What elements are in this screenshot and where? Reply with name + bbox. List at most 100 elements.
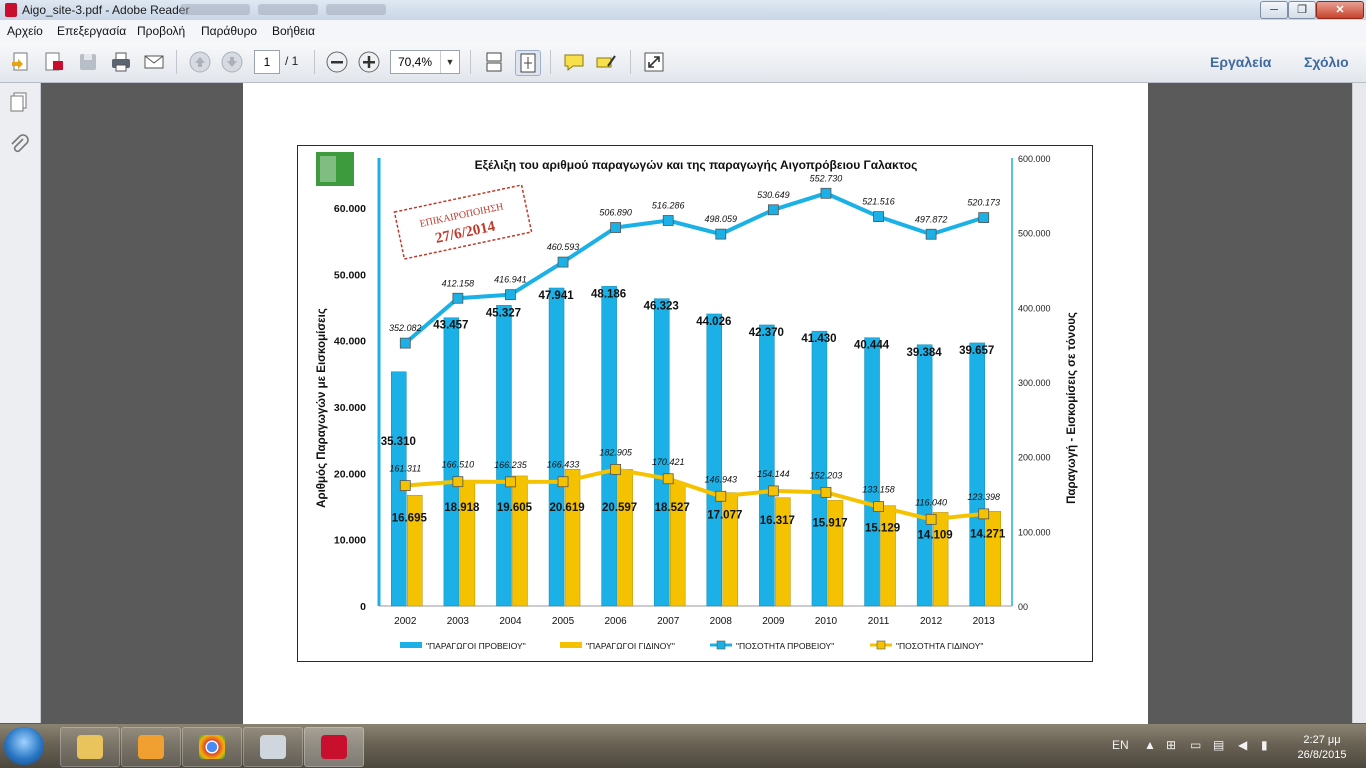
legend-label: "ΠΑΡΑΓΩΓΟΙ ΠΡΟΒΕΙΟΥ" [426, 641, 526, 651]
language-indicator[interactable]: EN [1112, 738, 1129, 752]
y-tick-label-left: 50.000 [334, 269, 366, 281]
x-tick-label: 2013 [973, 616, 996, 627]
taskbar-documents[interactable] [243, 727, 303, 767]
taskbar: EN ▲ ⊞ ▭ ▤ ◀ ▮ 2:27 μμ 26/8/2015 [0, 724, 1366, 768]
minimize-button[interactable]: ─ [1260, 1, 1288, 19]
sheep-quantity-marker [820, 187, 832, 199]
pdf-page: Εξέλιξη του αριθμού παραγωγών και της πα… [243, 83, 1148, 724]
goat-quantity-marker [820, 486, 832, 498]
bar-sheep-producers [969, 342, 985, 607]
line-label-goat-quantity: 133.158 [862, 485, 895, 495]
create-pdf-icon[interactable] [9, 50, 33, 74]
menu-edit[interactable]: Επεξεργασία [57, 24, 126, 38]
bar-label-goat-producers: 17.077 [707, 510, 742, 522]
sheep-quantity-line [403, 191, 985, 345]
comment-button[interactable]: Σχόλιο [1304, 54, 1349, 70]
line-label-goat-quantity: 152.203 [810, 470, 843, 480]
close-button[interactable]: ✕ [1316, 1, 1364, 19]
logo-detail [320, 156, 336, 182]
legend-label: "ΠΟΣΟΤΗΤΑ ΓΙΔΙΝΟΥ" [896, 641, 983, 651]
legend-marker [876, 640, 886, 650]
line-label-sheep-quantity: 530.649 [757, 190, 790, 200]
signal-icon[interactable]: ▮ [1261, 738, 1268, 752]
highlight-text-icon[interactable] [594, 50, 618, 74]
taskbar-adobe-reader[interactable] [304, 727, 364, 767]
line-label-sheep-quantity: 552.730 [810, 173, 843, 183]
next-page-icon[interactable] [220, 50, 244, 74]
show-hidden-icons-icon[interactable]: ▲ [1144, 738, 1156, 752]
device-icon[interactable]: ▤ [1213, 738, 1224, 752]
bar-goat-producers [617, 469, 633, 607]
scrolling-mode-icon[interactable] [482, 50, 506, 74]
zoom-in-icon[interactable] [357, 50, 381, 74]
taskbar-chrome[interactable] [182, 727, 242, 767]
zoom-value: 70,4% [398, 55, 433, 69]
windows-flag-icon[interactable]: ⊞ [1166, 738, 1176, 752]
bar-label-goat-producers: 15.129 [865, 523, 900, 535]
documents-icon [260, 735, 286, 759]
sheep-quantity-marker [452, 292, 464, 304]
bar-sheep-producers [811, 330, 828, 607]
taskbar-explorer[interactable] [60, 727, 120, 767]
chart-title: Εξέλιξη του αριθμού παραγωγών και της πα… [475, 158, 918, 172]
bar-label-goat-producers: 16.317 [760, 515, 795, 527]
y-tick-label-left: 40.000 [334, 336, 366, 348]
network-icon[interactable]: ▭ [1190, 738, 1201, 752]
email-icon[interactable] [142, 50, 166, 74]
menu-file[interactable]: Αρχείο [7, 24, 43, 38]
export-pdf-icon[interactable] [42, 50, 66, 74]
volume-muted-icon[interactable]: ◀ [1238, 738, 1247, 752]
bar-goat-producers [564, 468, 581, 607]
menu-window[interactable]: Παράθυρο [201, 24, 257, 38]
attachments-icon[interactable] [8, 133, 30, 155]
goat-quantity-marker [978, 508, 990, 520]
bar-goat-producers [512, 475, 528, 607]
zoom-out-icon[interactable] [325, 50, 349, 74]
sheep-quantity-marker [662, 215, 674, 226]
line-label-sheep-quantity: 516.286 [652, 201, 685, 211]
print-icon[interactable] [109, 50, 133, 74]
zoom-select[interactable]: 70,4% ▼ [390, 50, 460, 74]
line-label-goat-quantity: 170.421 [652, 457, 685, 467]
bar-label-goat-producers: 16.695 [392, 512, 428, 524]
goat-quantity-marker [610, 464, 622, 475]
goat-quantity-line [405, 467, 984, 522]
y-tick-label-right: 600.000 [1018, 154, 1051, 164]
line-label-sheep-quantity: 416.941 [494, 275, 527, 285]
x-tick-label: 2007 [657, 616, 680, 627]
y-tick-label-right: 200.000 [1018, 453, 1051, 463]
bar-label-sheep-producers: 43.457 [433, 320, 468, 332]
line-label-goat-quantity: 166.510 [442, 460, 475, 470]
x-tick-label: 2012 [920, 616, 943, 627]
bar-sheep-producers [864, 337, 880, 607]
save-icon[interactable] [76, 50, 100, 74]
menu-view[interactable]: Προβολή [137, 24, 185, 38]
goat-quantity-marker [767, 485, 779, 497]
read-mode-icon[interactable] [642, 50, 666, 74]
start-button[interactable] [4, 727, 44, 765]
bar-label-sheep-producers: 39.384 [907, 347, 943, 359]
page-number-input[interactable]: 1 [254, 50, 280, 74]
restore-button[interactable]: ❐ [1288, 1, 1316, 19]
clock[interactable]: 2:27 μμ 26/8/2015 [1292, 733, 1352, 763]
bar-label-sheep-producers: 44.026 [696, 316, 731, 328]
sticky-note-icon[interactable] [562, 50, 586, 74]
line-label-goat-quantity: 154.144 [757, 469, 790, 479]
bar-label-goat-producers: 18.918 [444, 502, 480, 514]
previous-page-icon[interactable] [188, 50, 212, 74]
goat-quantity-marker [925, 513, 937, 525]
taskbar-media-player[interactable] [121, 727, 181, 767]
line-label-sheep-quantity: 497.872 [915, 214, 948, 224]
tools-button[interactable]: Εργαλεία [1210, 54, 1271, 70]
sheep-quantity-marker [399, 337, 411, 349]
line-label-sheep-quantity: 506.890 [599, 208, 632, 218]
fit-page-icon[interactable] [515, 50, 541, 76]
x-tick-label: 2004 [499, 616, 522, 627]
bar-label-sheep-producers: 35.310 [381, 436, 416, 448]
menu-help[interactable]: Βοήθεια [272, 24, 315, 38]
y-tick-label-right: 00 [1018, 602, 1028, 612]
page-thumbnails-icon[interactable] [8, 91, 30, 113]
adobe-reader-icon [5, 3, 17, 17]
chevron-down-icon[interactable]: ▼ [440, 51, 459, 73]
vertical-scrollbar[interactable] [1352, 83, 1366, 723]
